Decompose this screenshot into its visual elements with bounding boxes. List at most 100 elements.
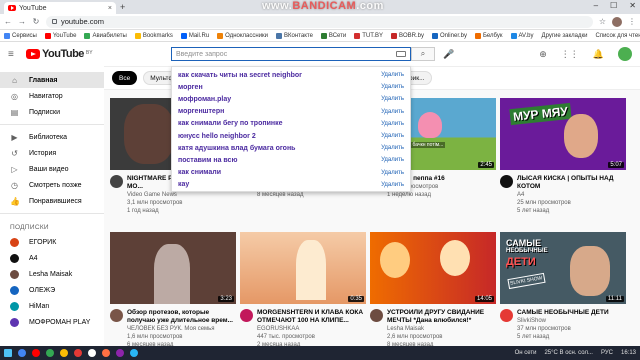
maximize-button[interactable]: ☐: [610, 1, 617, 10]
remove-suggestion-link[interactable]: Удалить: [381, 72, 404, 78]
remove-suggestion-link[interactable]: Удалить: [381, 157, 404, 163]
keyboard-icon[interactable]: [396, 51, 406, 57]
bookmark-folder[interactable]: Другие закладки: [542, 33, 588, 39]
sidebar-library-item[interactable]: ◷ Смотреть позже: [0, 177, 104, 193]
subscription-item[interactable]: МОФРОМАН PLAY: [0, 314, 104, 330]
subscription-item[interactable]: ОЛЕЖЭ: [0, 282, 104, 298]
apps-icon[interactable]: ⋮⋮: [561, 49, 579, 60]
youtube-logo[interactable]: YouTube BY: [26, 48, 93, 60]
video-card[interactable]: САМЫЕ НЕОБЫЧНЫЕ ДЕТИ SLIVKI SHOW 11:11 САМЫЕ …: [500, 232, 626, 341]
bookmark-star-icon[interactable]: ☆: [599, 17, 606, 26]
bookmark-item[interactable]: Сервисы: [4, 32, 37, 39]
bookmark-item[interactable]: Одноклассники: [217, 32, 268, 39]
search-suggestion[interactable]: мофроман.play Удалить: [172, 93, 410, 105]
filter-chip[interactable]: Все: [112, 71, 138, 85]
new-tab-button[interactable]: +: [120, 2, 125, 12]
sidebar-item[interactable]: ◎ Навигатор: [0, 88, 104, 104]
search-button[interactable]: ⌕: [411, 47, 435, 61]
create-video-icon[interactable]: ⊕: [539, 49, 547, 60]
bookmark-item[interactable]: AV.by: [510, 32, 534, 39]
search-suggestion[interactable]: как снимали бегу по тропинке Удалить: [172, 118, 410, 130]
sidebar-item[interactable]: ⌂ Главная: [0, 72, 104, 88]
browser-menu-icon[interactable]: ⋮: [628, 17, 636, 26]
bookmark-item[interactable]: YouTube: [44, 32, 76, 39]
taskbar-app-icon[interactable]: [18, 349, 26, 357]
bookmark-item[interactable]: ВСети: [320, 32, 346, 39]
channel-avatar[interactable]: [500, 175, 513, 188]
channel-avatar[interactable]: [240, 309, 253, 322]
search-suggestion[interactable]: как снимали Удалить: [172, 167, 410, 179]
channel-avatar[interactable]: [110, 175, 123, 188]
remove-suggestion-link[interactable]: Удалить: [381, 84, 404, 90]
close-tab-icon[interactable]: ×: [108, 5, 112, 12]
remove-suggestion-link[interactable]: Удалить: [381, 170, 404, 176]
video-card[interactable]: 0:35 MORGENSHTERN И КЛАВА КОКА ОТМЕЧАЮТ 1…: [240, 232, 366, 349]
reload-button[interactable]: ↻: [32, 17, 40, 26]
bookmark-item[interactable]: ВКонтакте: [276, 32, 313, 39]
remove-suggestion-link[interactable]: Удалить: [381, 133, 404, 139]
omnibox[interactable]: youtube.com: [46, 15, 593, 28]
taskbar-app-icon[interactable]: [130, 349, 138, 357]
video-thumbnail[interactable]: 0:35: [240, 232, 366, 304]
video-thumbnail[interactable]: САМЫЕ НЕОБЫЧНЫЕ ДЕТИ SLIVKI SHOW 11:11: [500, 232, 626, 304]
taskbar-app-icon[interactable]: [74, 349, 82, 357]
tray-language[interactable]: РУС: [601, 350, 613, 356]
search-suggestion[interactable]: катя адушкина влад бумага огонь Удалить: [172, 142, 410, 154]
remove-suggestion-link[interactable]: Удалить: [381, 96, 404, 102]
channel-avatar[interactable]: [370, 309, 383, 322]
taskbar-app-icon[interactable]: [46, 349, 54, 357]
video-card[interactable]: 3:23 Обзор протезов, которые получаю уже …: [110, 232, 236, 349]
bookmark-item[interactable]: Bookmarks: [134, 32, 173, 39]
bookmark-item[interactable]: TUT.BY: [354, 32, 383, 39]
bookmark-item[interactable]: Авиабилеты: [84, 32, 127, 39]
subscription-item[interactable]: ЕГОРИК: [0, 234, 104, 250]
subscription-item[interactable]: HiMan: [0, 298, 104, 314]
channel-avatar[interactable]: [110, 309, 123, 322]
forward-button[interactable]: →: [18, 17, 26, 26]
remove-suggestion-link[interactable]: Удалить: [381, 121, 404, 127]
channel-name[interactable]: A4: [517, 191, 626, 199]
subscription-item[interactable]: Lesha Maisak: [0, 266, 104, 282]
video-title[interactable]: УСТРОИЛИ ДРУГУ СВИДАНИЕ МЕЧТЫ *Дана влюб…: [387, 309, 496, 325]
taskbar-app-icon[interactable]: [32, 349, 40, 357]
video-thumbnail[interactable]: 14:05: [370, 232, 496, 304]
search-suggestion[interactable]: поставим на всю Удалить: [172, 154, 410, 166]
video-card[interactable]: 14:05 УСТРОИЛИ ДРУГУ СВИДАНИЕ МЕЧТЫ *Дана…: [370, 232, 496, 349]
channel-name[interactable]: SlivkiShow: [517, 317, 626, 325]
channel-name[interactable]: Video Game News: [127, 191, 236, 199]
taskbar-app-icon[interactable]: [60, 349, 68, 357]
back-button[interactable]: ←: [4, 17, 12, 26]
browser-tab[interactable]: YouTube ×: [4, 2, 116, 14]
sidebar-library-item[interactable]: ▷ Ваши видео: [0, 161, 104, 177]
video-title[interactable]: САМЫЕ НЕОБЫЧНЫЕ ДЕТИ: [517, 309, 626, 317]
bookmark-folder[interactable]: Список для чтения: [596, 33, 640, 39]
channel-name[interactable]: EGORUSHKAA: [257, 325, 366, 333]
search-input[interactable]: Введите запрос: [171, 47, 411, 61]
video-title[interactable]: Обзор протезов, которые получаю уже длит…: [127, 309, 236, 325]
taskbar-app-icon[interactable]: [102, 349, 110, 357]
bookmark-item[interactable]: Белбук: [474, 32, 503, 39]
channel-avatar[interactable]: [500, 309, 513, 322]
video-thumbnail[interactable]: 3:23: [110, 232, 236, 304]
account-avatar[interactable]: [618, 47, 632, 61]
sidebar-library-item[interactable]: ↺ История: [0, 145, 104, 161]
sidebar-library-item[interactable]: ▶ Библиотека: [0, 129, 104, 145]
search-suggestion[interactable]: юнусс hello neighbor 2 Удалить: [172, 130, 410, 142]
bookmark-item[interactable]: Mail.Ru: [180, 32, 209, 39]
remove-suggestion-link[interactable]: Удалить: [381, 109, 404, 115]
taskbar-app-icon[interactable]: [88, 349, 96, 357]
search-suggestion[interactable]: как скачать читы на secret neighbor Удали…: [172, 69, 410, 81]
channel-name[interactable]: Lesha Maisak: [387, 325, 496, 333]
close-window-button[interactable]: ✕: [629, 1, 636, 10]
sidebar-item[interactable]: ▤ Подписки: [0, 104, 104, 120]
subscription-item[interactable]: A4: [0, 250, 104, 266]
menu-icon[interactable]: ≡: [8, 49, 24, 60]
windows-start-icon[interactable]: [4, 349, 12, 357]
notifications-bell-icon[interactable]: 🔔: [593, 49, 604, 60]
microphone-icon[interactable]: 🎤: [443, 49, 454, 60]
search-suggestion[interactable]: моргенштерн Удалить: [172, 106, 410, 118]
bookmark-item[interactable]: BOBR.by: [390, 32, 424, 39]
video-title[interactable]: MORGENSHTERN И КЛАВА КОКА ОТМЕЧАЮТ 100 Н…: [257, 309, 366, 325]
remove-suggestion-link[interactable]: Удалить: [381, 145, 404, 151]
remove-suggestion-link[interactable]: Удалить: [381, 182, 404, 188]
